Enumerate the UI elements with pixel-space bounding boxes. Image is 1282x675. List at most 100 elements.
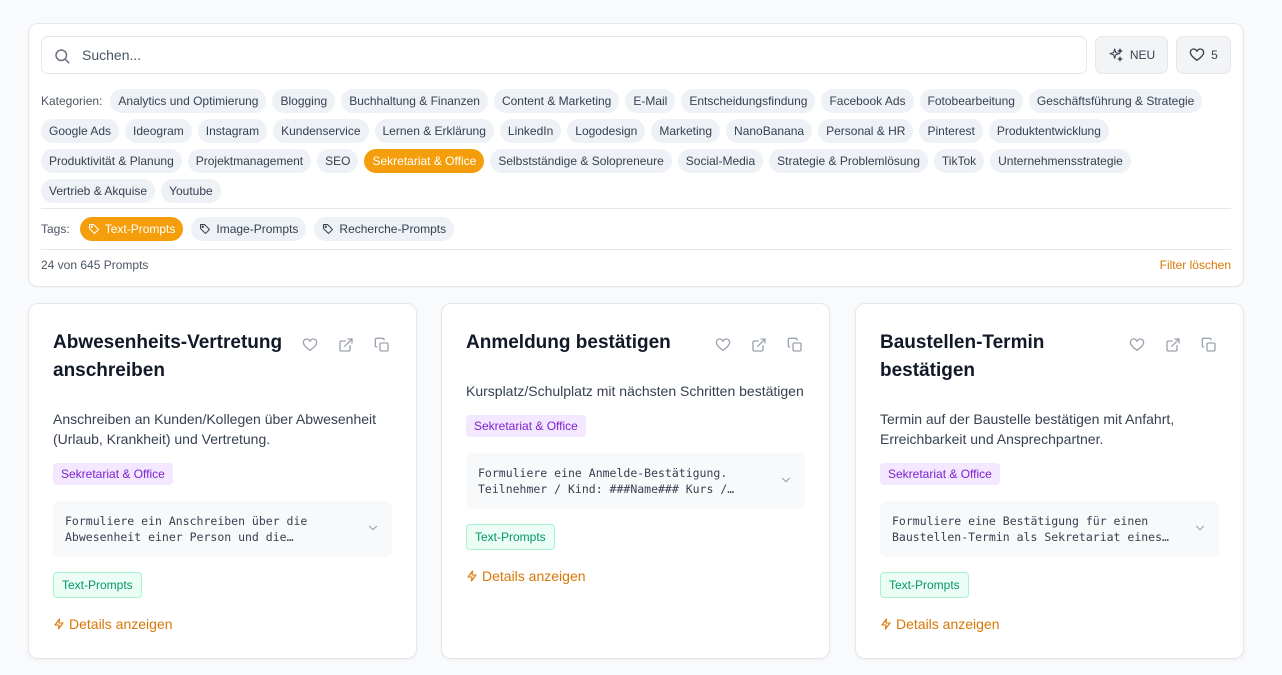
category-chip[interactable]: SEO bbox=[317, 149, 359, 173]
new-button[interactable]: NEU bbox=[1095, 36, 1168, 74]
type-badge: Text-Prompts bbox=[880, 572, 969, 598]
prompt-preview-text: Formuliere eine Anmelde-Bestätigung. Tei… bbox=[478, 466, 728, 496]
category-chip[interactable]: Projektmanagement bbox=[187, 149, 312, 173]
result-status: 24 von 645 Prompts Filter löschen bbox=[41, 258, 1231, 272]
new-button-label: NEU bbox=[1129, 48, 1156, 62]
card-title: Anmeldung bestätigen bbox=[466, 332, 671, 353]
search-input[interactable] bbox=[82, 37, 1072, 73]
category-chip[interactable]: Personal & HR bbox=[818, 119, 914, 143]
category-chip[interactable]: Entscheidungsfindung bbox=[681, 89, 816, 113]
external-link-icon bbox=[752, 338, 766, 352]
category-chip[interactable]: NanoBanana bbox=[726, 119, 813, 143]
category-chip[interactable]: Google Ads bbox=[41, 119, 120, 143]
category-chip[interactable]: LinkedIn bbox=[499, 119, 562, 143]
category-chip[interactable]: Facebook Ads bbox=[821, 89, 914, 113]
category-chip[interactable]: Produktivität & Planung bbox=[41, 149, 182, 173]
external-link-icon bbox=[339, 338, 353, 352]
category-chip[interactable]: Blogging bbox=[272, 89, 336, 113]
category-chip[interactable]: Kundenservice bbox=[273, 119, 369, 143]
category-chip[interactable]: Buchhaltung & Finanzen bbox=[341, 89, 488, 113]
details-label: Details anzeigen bbox=[896, 616, 1000, 632]
category-chip[interactable]: Social-Media bbox=[677, 149, 764, 173]
card-description: Termin auf der Baustelle bestätigen mit … bbox=[880, 411, 1175, 447]
favorites-count: 5 bbox=[1211, 48, 1218, 62]
tag-icon bbox=[200, 224, 211, 234]
tag-filter: Tags: Text-Prompts Image-Prompts Recherc… bbox=[41, 217, 455, 241]
favorite-button[interactable] bbox=[300, 335, 320, 355]
prompt-card: Baustellen-Termin bestätigen Termin auf … bbox=[855, 303, 1244, 659]
details-link[interactable]: Details anzeigen bbox=[53, 616, 173, 632]
category-chip[interactable]: Lernen & Erklärung bbox=[374, 119, 494, 143]
tag-icon bbox=[323, 224, 334, 234]
tag-chip[interactable]: Text-Prompts bbox=[79, 217, 184, 241]
chevron-down-icon bbox=[1195, 525, 1205, 531]
tag-chip[interactable]: Recherche-Prompts bbox=[314, 217, 455, 241]
category-row: Kategorien: Analytics und Optimierung Bl… bbox=[41, 86, 1231, 116]
category-chip[interactable]: Vertrieb & Akquise bbox=[41, 179, 156, 203]
open-external-button[interactable] bbox=[336, 335, 356, 355]
details-link[interactable]: Details anzeigen bbox=[466, 568, 586, 584]
category-chip[interactable]: Ideogram bbox=[125, 119, 192, 143]
card-description: Kursplatz/Schulplatz mit nächsten Schrit… bbox=[466, 383, 804, 399]
copy-button[interactable] bbox=[785, 335, 805, 355]
favorite-button[interactable] bbox=[713, 335, 733, 355]
categories-label: Kategorien: bbox=[41, 94, 103, 108]
category-chip[interactable]: Pinterest bbox=[919, 119, 983, 143]
tag-chip-label: Text-Prompts bbox=[104, 222, 176, 236]
favorites-button[interactable]: 5 bbox=[1176, 36, 1231, 74]
prompt-preview[interactable]: Formuliere eine Anmelde-Bestätigung. Tei… bbox=[466, 453, 805, 509]
details-label: Details anzeigen bbox=[69, 616, 173, 632]
card-actions bbox=[713, 335, 805, 355]
category-chip[interactable]: Fotobearbeitung bbox=[919, 89, 1023, 113]
card-description: Anschreiben an Kunden/Kollegen über Abwe… bbox=[53, 411, 377, 447]
category-row: Produktivität & Planung Projektmanagemen… bbox=[41, 146, 1231, 176]
heart-icon bbox=[715, 338, 731, 351]
chevron-down-icon bbox=[368, 525, 378, 531]
category-chip[interactable]: TikTok bbox=[933, 149, 985, 173]
copy-icon bbox=[787, 337, 802, 352]
copy-icon bbox=[374, 337, 389, 352]
search-box[interactable] bbox=[41, 36, 1087, 74]
lightning-icon bbox=[881, 618, 891, 630]
category-chip[interactable]: Geschäftsführung & Strategie bbox=[1028, 89, 1203, 113]
open-external-button[interactable] bbox=[749, 335, 769, 355]
prompt-preview[interactable]: Formuliere ein Anschreiben über die Abwe… bbox=[53, 501, 392, 557]
heart-icon bbox=[1129, 338, 1145, 351]
category-chip[interactable]: E-Mail bbox=[625, 89, 676, 113]
favorite-button[interactable] bbox=[1127, 335, 1147, 355]
category-chip[interactable]: Selbstständige & Solopreneure bbox=[490, 149, 672, 173]
category-chip[interactable]: Analytics und Optimierung bbox=[110, 89, 267, 113]
tag-icon bbox=[88, 224, 99, 234]
copy-button[interactable] bbox=[1199, 335, 1219, 355]
search-icon bbox=[55, 49, 70, 64]
open-external-button[interactable] bbox=[1163, 335, 1183, 355]
card-title: Abwesenheits-Vertretung anschreiben bbox=[53, 332, 283, 381]
filter-panel: NEU 5 Kategorien: Analytics und Optimier… bbox=[28, 23, 1244, 287]
category-chip[interactable]: Logodesign bbox=[567, 119, 646, 143]
category-chip[interactable]: Youtube bbox=[161, 179, 221, 203]
copy-button[interactable] bbox=[372, 335, 392, 355]
type-badge: Text-Prompts bbox=[466, 524, 555, 550]
category-chip[interactable]: Marketing bbox=[651, 119, 721, 143]
tag-chip[interactable]: Image-Prompts bbox=[191, 217, 307, 241]
category-badge: Sekretariat & Office bbox=[53, 463, 173, 485]
tag-chip-label: Recherche-Prompts bbox=[339, 222, 447, 236]
category-chip[interactable]: Unternehmensstrategie bbox=[990, 149, 1131, 173]
category-chip[interactable]: Produktentwicklung bbox=[988, 119, 1109, 143]
divider bbox=[41, 208, 1231, 209]
details-link[interactable]: Details anzeigen bbox=[880, 616, 1000, 632]
clear-filters-link[interactable]: Filter löschen bbox=[1160, 258, 1231, 272]
prompt-preview-text: Formuliere eine Bestätigung für einen Ba… bbox=[892, 514, 1163, 544]
type-badge: Text-Prompts bbox=[53, 572, 142, 598]
card-title: Baustellen-Termin bestätigen bbox=[880, 332, 1045, 381]
category-chip[interactable]: Content & Marketing bbox=[493, 89, 620, 113]
category-chip[interactable]: Instagram bbox=[197, 119, 268, 143]
tags-label: Tags: bbox=[41, 222, 70, 236]
category-chip[interactable]: Strategie & Problemlösung bbox=[769, 149, 928, 173]
category-row: Google Ads Ideogram Instagram Kundenserv… bbox=[41, 116, 1231, 146]
result-count: 24 von 645 Prompts bbox=[41, 258, 149, 272]
heart-icon bbox=[302, 338, 318, 351]
prompt-preview[interactable]: Formuliere eine Bestätigung für einen Ba… bbox=[880, 501, 1219, 557]
search-row: NEU 5 bbox=[41, 36, 1231, 74]
category-chip[interactable]: Sekretariat & Office bbox=[364, 149, 485, 173]
